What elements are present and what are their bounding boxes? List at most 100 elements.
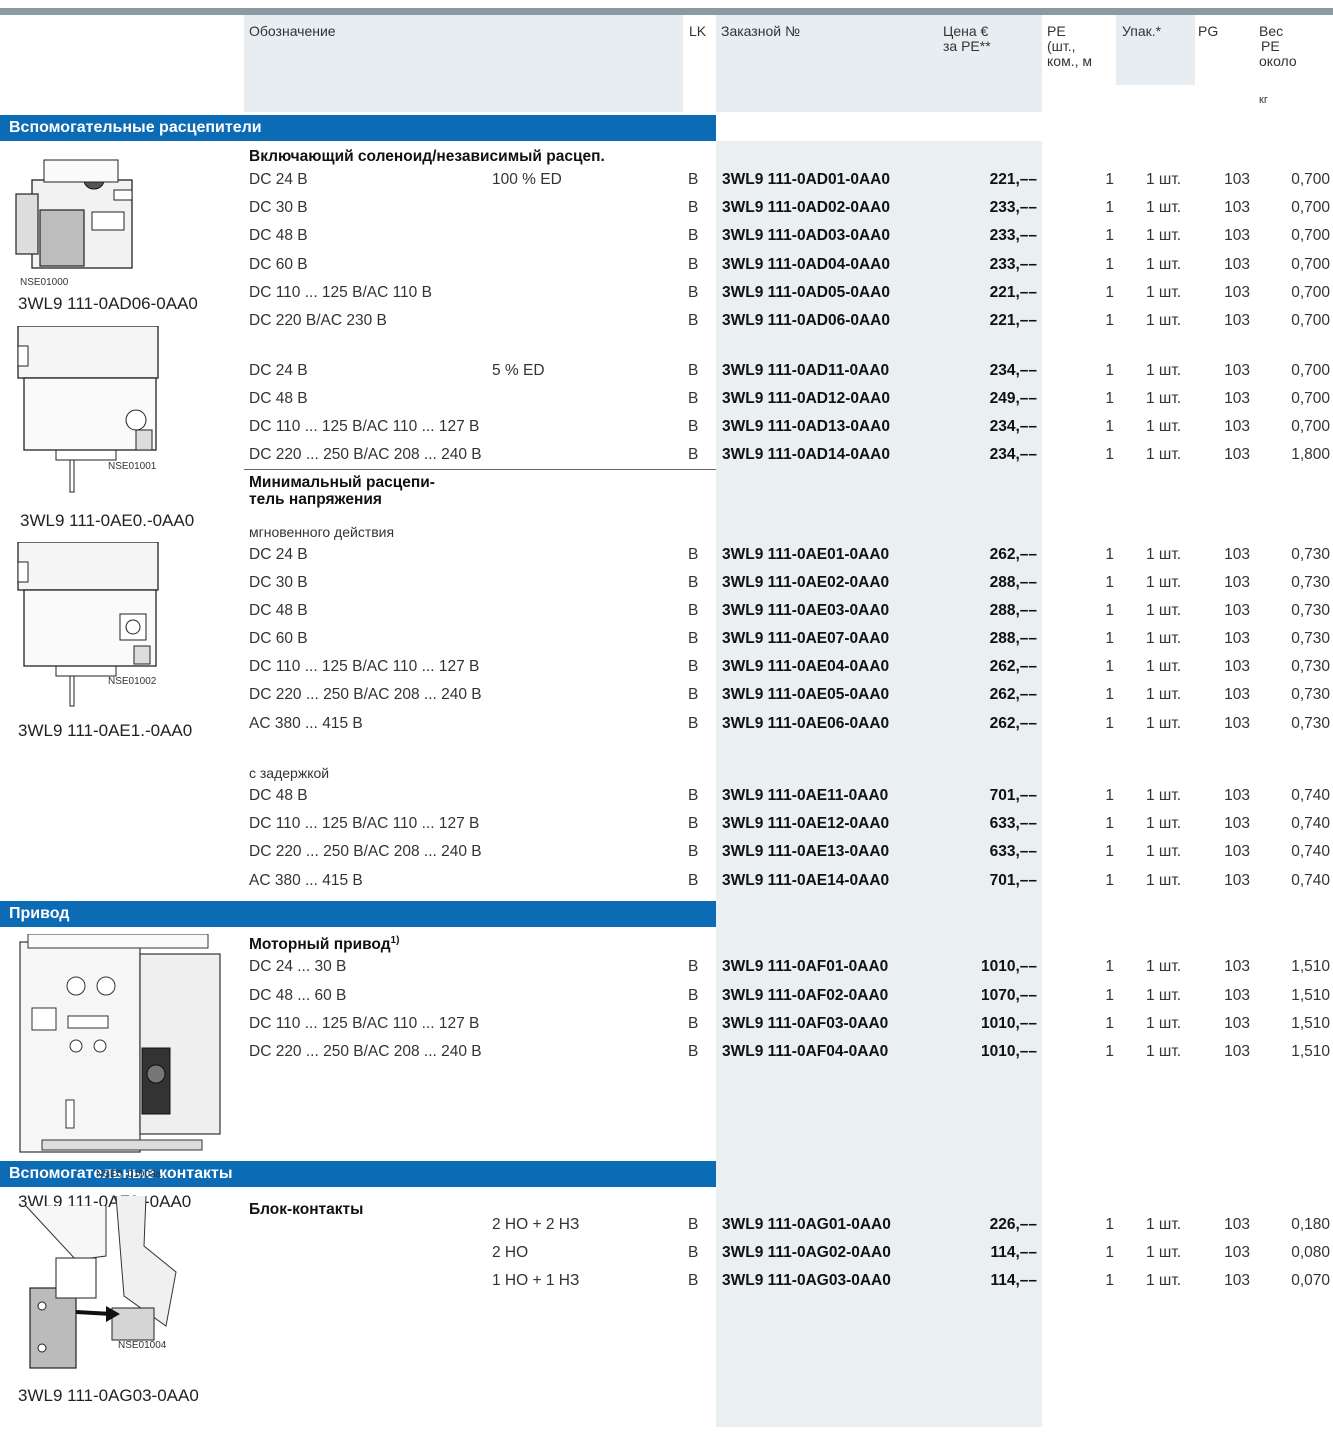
cell-order: 3WL9 111-0AE05-0AA0 xyxy=(722,686,890,703)
cell-lk: B xyxy=(688,1015,699,1032)
cell-price: 262,–– xyxy=(989,715,1037,732)
cell-weight: 0,700 xyxy=(1291,171,1330,188)
cell-pe: 1 xyxy=(1105,362,1114,379)
cell-order: 3WL9 111-0AD06-0AA0 xyxy=(722,312,890,329)
cell-lk: B xyxy=(688,987,699,1004)
cell-pg: 103 xyxy=(1224,987,1250,1004)
order-column-shade xyxy=(716,141,1042,1427)
cell-pg: 103 xyxy=(1224,958,1250,975)
cell-pg: 103 xyxy=(1224,546,1250,563)
cell-pe: 1 xyxy=(1105,446,1114,463)
cell-desc: DC 24 В xyxy=(249,171,308,188)
cell-pg: 103 xyxy=(1224,815,1250,832)
cell-pg: 103 xyxy=(1224,872,1250,889)
motor-image-code: NSE0_01003a xyxy=(96,1169,162,1180)
cell-extra: 2 НО + 2 НЗ xyxy=(492,1216,580,1233)
cell-price: 221,–– xyxy=(989,171,1037,188)
cell-desc: DC 60 В xyxy=(249,630,308,647)
cell-pack: 1 шт. xyxy=(1146,602,1182,619)
cell-pack: 1 шт. xyxy=(1146,227,1182,244)
cell-pe: 1 xyxy=(1105,171,1114,188)
cell-desc: DC 110 ... 125 В/AC 110 ... 127 В xyxy=(249,418,480,435)
cell-price: 288,–– xyxy=(989,602,1037,619)
cell-desc: DC 30 В xyxy=(249,199,308,216)
cell-order: 3WL9 111-0AG02-0AA0 xyxy=(722,1244,891,1261)
cell-order: 3WL9 111-0AE02-0AA0 xyxy=(722,574,890,591)
cell-pack: 1 шт. xyxy=(1146,390,1182,407)
group-undervoltage: Минимальный расцепи- тель напряжения xyxy=(249,474,435,508)
cell-desc: DC 110 ... 125 В/AC 110 ... 127 В xyxy=(249,658,480,675)
motor-drive-image xyxy=(19,934,221,1153)
cell-weight: 0,730 xyxy=(1291,574,1330,591)
solenoid-image-caption: 3WL9 111-0AD06-0AA0 xyxy=(18,294,198,313)
cell-order: 3WL9 111-0AE06-0AA0 xyxy=(722,715,890,732)
cell-desc: DC 110 ... 125 В/AC 110 В xyxy=(249,284,432,301)
solenoid-image xyxy=(15,159,133,269)
cell-price: 221,–– xyxy=(989,284,1037,301)
group-block-contacts: Блок-контакты xyxy=(249,1201,364,1218)
cell-desc: AC 380 ... 415 В xyxy=(249,715,363,732)
cell-pe: 1 xyxy=(1105,686,1114,703)
cell-pg: 103 xyxy=(1224,1272,1250,1289)
cell-pg: 103 xyxy=(1224,658,1250,675)
header-pe-line1: PE xyxy=(1047,23,1066,39)
group-undervoltage-line2: тель напряжения xyxy=(249,491,382,508)
cell-order: 3WL9 111-0AD01-0AA0 xyxy=(722,171,890,188)
cell-price: 633,–– xyxy=(989,815,1037,832)
cell-pg: 103 xyxy=(1224,390,1250,407)
cell-lk: B xyxy=(688,171,699,188)
cell-price: 233,–– xyxy=(989,256,1037,273)
cell-order: 3WL9 111-0AF04-0AA0 xyxy=(722,1043,889,1060)
cell-price: 288,–– xyxy=(989,574,1037,591)
cell-order: 3WL9 111-0AF03-0AA0 xyxy=(722,1015,889,1032)
cell-lk: B xyxy=(688,1043,699,1060)
group-divider xyxy=(244,469,716,470)
cell-price: 1010,–– xyxy=(980,1015,1037,1032)
cell-order: 3WL9 111-0AF02-0AA0 xyxy=(722,987,889,1004)
cell-weight: 0,700 xyxy=(1291,362,1330,379)
cell-order: 3WL9 111-0AE13-0AA0 xyxy=(722,843,890,860)
cell-order: 3WL9 111-0AD14-0AA0 xyxy=(722,446,890,463)
cell-order: 3WL9 111-0AD12-0AA0 xyxy=(722,390,890,407)
cell-weight: 0,080 xyxy=(1291,1244,1330,1261)
cell-price: 234,–– xyxy=(989,362,1037,379)
cell-weight: 0,700 xyxy=(1291,284,1330,301)
cell-pg: 103 xyxy=(1224,630,1250,647)
header-weight-line2: PE xyxy=(1261,38,1280,54)
cell-lk: B xyxy=(688,312,699,329)
header-pack: Упак.* xyxy=(1122,23,1162,39)
cell-pe: 1 xyxy=(1105,715,1114,732)
cell-pack: 1 шт. xyxy=(1146,658,1182,675)
cell-pg: 103 xyxy=(1224,602,1250,619)
cell-lk: B xyxy=(688,362,699,379)
cell-lk: B xyxy=(688,787,699,804)
cell-extra: 1 НО + 1 НЗ xyxy=(492,1272,580,1289)
cell-lk: B xyxy=(688,686,699,703)
cell-pe: 1 xyxy=(1105,787,1114,804)
section-drive-title: Привод xyxy=(9,905,70,922)
cell-price: 114,–– xyxy=(990,1272,1037,1289)
undervoltage-image-caption: 3WL9 111-0AE0.-0AA0 xyxy=(20,511,195,530)
cell-pg: 103 xyxy=(1224,171,1250,188)
group-motor-footnote: 1) xyxy=(390,935,400,946)
cell-price: 288,–– xyxy=(989,630,1037,647)
cell-desc: DC 220 В/AC 230 В xyxy=(249,312,387,329)
cell-order: 3WL9 111-0AD04-0AA0 xyxy=(722,256,890,273)
cell-pack: 1 шт. xyxy=(1146,686,1182,703)
cell-desc: DC 220 ... 250 В/AC 208 ... 240 В xyxy=(249,843,482,860)
cell-order: 3WL9 111-0AF01-0AA0 xyxy=(722,958,889,975)
cell-order: 3WL9 111-0AD03-0AA0 xyxy=(722,227,890,244)
cell-price: 226,–– xyxy=(989,1216,1037,1233)
cell-lk: B xyxy=(688,1216,699,1233)
cell-weight: 0,730 xyxy=(1291,658,1330,675)
cell-lk: B xyxy=(688,418,699,435)
top-rule xyxy=(0,8,1333,15)
cell-weight: 0,730 xyxy=(1291,686,1330,703)
cell-desc: DC 24 В xyxy=(249,546,308,563)
cell-lk: B xyxy=(688,602,699,619)
cell-desc: DC 48 В xyxy=(249,227,308,244)
cell-pe: 1 xyxy=(1105,199,1114,216)
cell-lk: B xyxy=(688,256,699,273)
cell-pack: 1 шт. xyxy=(1146,1015,1182,1032)
cell-pg: 103 xyxy=(1224,362,1250,379)
